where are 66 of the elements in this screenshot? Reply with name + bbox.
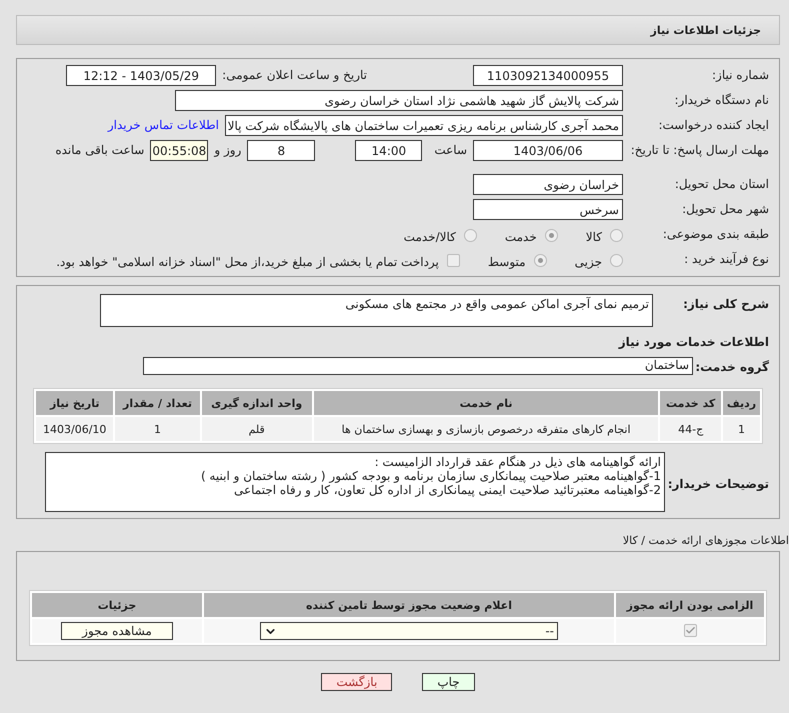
column-header: کد خدمت <box>660 391 722 415</box>
radio-button[interactable] <box>610 254 623 267</box>
requester-field: محمد آجری کارشناس برنامه ریزی تعمیرات ساختمان های پالایشگاه شرکت پالا <box>225 115 623 136</box>
table-cell: 1403/06/10 <box>36 417 114 441</box>
checkbox[interactable] <box>446 254 460 267</box>
announce-date-field: 1403/05/29 - 12:12 <box>66 65 216 86</box>
field-label: ساعت <box>434 142 467 157</box>
field-label: استان محل تحویل: <box>674 176 769 191</box>
field-label: گروه خدمت: <box>699 359 769 374</box>
radio-label: کالا/خدمت <box>404 229 456 244</box>
print-button[interactable]: چاپ <box>422 673 475 691</box>
service-group-field: ساختمان <box>143 357 693 375</box>
column-header: جزئیات <box>32 593 202 617</box>
note-line: ارائه گواهینامه های ذیل در هنگام عقد قرارداد الزامیست : <box>374 455 661 469</box>
field-label: مهلت ارسال پاسخ: تا تاریخ: <box>630 142 769 157</box>
column-header: تاریخ نیاز <box>36 391 114 415</box>
section-title: اطلاعات مجوزهای ارائه خدمت / کالا <box>622 533 789 547</box>
radio-button[interactable] <box>610 229 623 242</box>
buyer-contact-link[interactable]: اطلاعات تماس خریدار <box>108 115 219 132</box>
days-field: 8 <box>247 140 316 161</box>
column-header: اعلام وضعیت مجوز توسط تامین کننده <box>204 593 614 617</box>
radio-label: کالا <box>586 229 602 244</box>
column-header: تعداد / مقدار <box>115 391 200 415</box>
radio-label: متوسط <box>488 254 526 269</box>
checkbox-label: پرداخت تمام یا بخشی از مبلغ خرید،از محل "اسناد خزانه اسلامی" خواهد بود. <box>56 254 439 269</box>
field-label: شماره نیاز: <box>711 67 769 82</box>
note-line: 2-گواهینامه معتبرتائید صلاحیت ایمنی پیمانکاری از اداره کل تعاون، کار و رفاه اجتماعی <box>232 483 661 497</box>
column-header: الزامی بودن ارائه مجوز <box>616 593 764 617</box>
table-cell: قلم <box>202 417 312 441</box>
table-cell: 1 <box>723 417 760 441</box>
field-label: ایجاد کننده درخواست: <box>657 117 769 132</box>
column-header: ردیف <box>723 391 760 415</box>
field-label: روز و <box>214 142 242 157</box>
radio-label: خدمت <box>504 229 537 244</box>
column-header: نام خدمت <box>314 391 658 415</box>
province-field: خراسان رضوی <box>473 174 623 195</box>
column-header: واحد اندازه گیری <box>202 391 312 415</box>
section-title: اطلاعات خدمات مورد نیاز <box>617 335 769 349</box>
checkbox[interactable] <box>684 624 696 636</box>
field-label: شهر محل تحویل: <box>681 201 769 216</box>
remaining-time-field: 00:55:08 <box>150 140 208 161</box>
status-dropdown[interactable]: -- <box>260 622 558 640</box>
view-permit-button[interactable]: مشاهده مجوز <box>61 622 173 640</box>
back-button[interactable]: بازگشت <box>321 673 392 691</box>
need-number-field: 1103092134000955 <box>473 65 623 86</box>
radio-button[interactable] <box>464 229 477 242</box>
radio-button[interactable] <box>534 254 547 267</box>
table-cell: ج-44 <box>660 417 722 441</box>
description-field: ترمیم نمای آجری اماکن عمومی واقع در مجتمع های مسکونی <box>100 294 653 327</box>
field-label: تاریخ و ساعت اعلان عمومی: <box>222 67 367 82</box>
table-cell: انجام کارهای متفرقه درخصوص بازسازی و بهسازی ساختمان ها <box>314 417 658 441</box>
deadline-date-field: 1403/06/06 <box>473 140 623 161</box>
deadline-time-field: 14:00 <box>355 140 422 161</box>
field-label: طبقه بندی موضوعی: <box>662 226 769 241</box>
radio-button[interactable] <box>544 229 558 242</box>
page-title: جزئیات اطلاعات نیاز <box>16 15 780 45</box>
field-label: نام دستگاه خریدار: <box>674 92 769 107</box>
field-label: شرح کلی نیاز: <box>682 296 769 311</box>
field-label: نوع فرآیند خرید : <box>683 251 769 266</box>
field-label: ساعت باقی مانده <box>55 142 144 157</box>
city-field: سرخس <box>473 199 623 220</box>
field-label: توضیحات خریدار: <box>671 476 769 490</box>
buyer-field: شرکت پالایش گاز شهید هاشمی نژاد استان خراسان رضوی <box>175 90 623 111</box>
table-cell: 1 <box>115 417 200 441</box>
radio-label: جزیی <box>574 254 602 269</box>
note-line: 1-گواهینامه معتبر صلاحیت پیمانکاری سازمان برنامه و بودجه کشور ( رشته ساختمان و ابنیه ) <box>200 469 661 483</box>
